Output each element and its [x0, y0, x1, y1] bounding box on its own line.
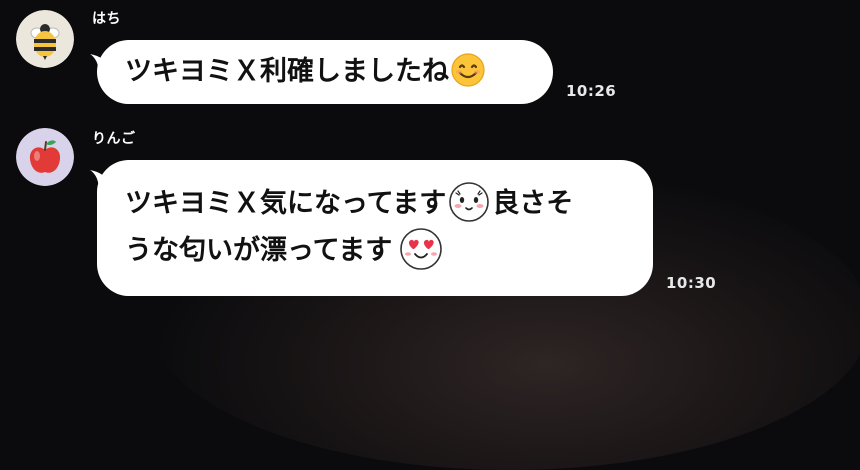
- avatar-hachi[interactable]: [16, 10, 74, 68]
- message-text: うな匂いが漂ってます: [125, 235, 393, 266]
- message-line: うな匂いが漂ってます: [125, 227, 653, 274]
- message-bubble[interactable]: ツキヨミＸ利確しましたね: [97, 40, 553, 104]
- message-text: ツキヨミＸ利確しました: [125, 56, 422, 87]
- message-text: ね: [422, 56, 449, 87]
- message-text: 良さそ: [492, 188, 574, 219]
- message-time: 10:26: [566, 82, 617, 100]
- apple-icon: [16, 128, 74, 186]
- heart-eyes-emoji-icon: [398, 227, 444, 271]
- blushing-face-emoji-icon: [448, 181, 490, 223]
- message-line: ツキヨミＸ気になってます 良さそ: [125, 180, 653, 227]
- message-time: 10:30: [666, 274, 717, 292]
- sender-name: りんご: [92, 131, 136, 147]
- smiling-face-emoji-icon: [451, 52, 485, 87]
- avatar-ringo[interactable]: [16, 128, 74, 186]
- message-text: ツキヨミＸ気になってます: [125, 188, 447, 219]
- bee-icon: [16, 10, 74, 68]
- message-bubble[interactable]: ツキヨミＸ気になってます 良さそ うな匂いが漂ってます: [97, 160, 653, 296]
- sender-name: はち: [92, 11, 121, 27]
